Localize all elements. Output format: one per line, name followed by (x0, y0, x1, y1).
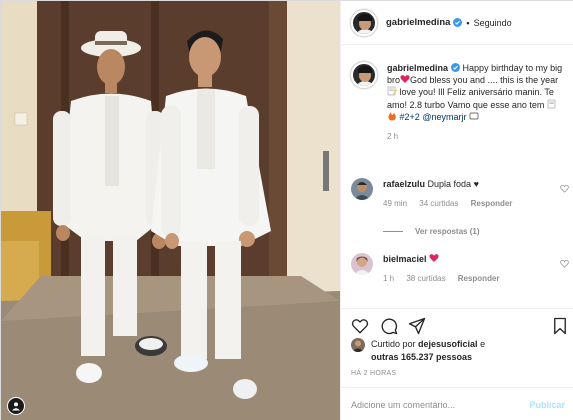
fire-emoji-icon (388, 111, 396, 121)
heart-emoji-icon (429, 254, 439, 262)
share-paper-plane-icon[interactable] (408, 317, 426, 335)
save-bookmark-icon[interactable] (551, 317, 569, 335)
header-separator: • (466, 17, 470, 28)
likes-count-link[interactable]: outras 165.237 pessoas (371, 352, 472, 362)
caption-mention[interactable]: @neymarjr (422, 112, 466, 122)
comment-input[interactable] (351, 399, 521, 410)
view-replies-link[interactable]: Ver respostas (1) (383, 227, 479, 236)
comments-list[interactable]: gabrielmedina Happy birthday to my big b… (341, 46, 573, 308)
caption-text-3: love you! Ill Feliz aniversário manin. T… (387, 87, 554, 110)
liker-username[interactable]: dejesusoficial (418, 339, 478, 349)
liker-avatar[interactable] (351, 338, 365, 352)
verified-badge-icon (453, 18, 463, 27)
follow-status-button[interactable]: Seguindo (474, 18, 512, 28)
likes-prefix: Curtido por (371, 339, 419, 349)
author-avatar[interactable] (351, 9, 377, 36)
replies-divider-line (383, 231, 403, 232)
caption-username[interactable]: gabrielmedina (387, 63, 448, 73)
comment-item: rafaelzulu Dupla foda ♥ 49 min 34 curtid… (351, 178, 569, 210)
likes-conjunction: e (477, 339, 486, 349)
comment-likes[interactable]: 38 curtidas (406, 274, 445, 283)
handshake-emoji-icon (469, 112, 479, 120)
post-header: gabrielmedina • Seguindo (341, 1, 573, 45)
tagged-user-icon[interactable] (7, 397, 25, 415)
post-caption: gabrielmedina Happy birthday to my big b… (351, 62, 569, 143)
post-photo[interactable] (1, 1, 340, 420)
caption-time: 2 h (387, 132, 399, 142)
comment-body: bielmaciel 1 h 38 curtidas Responder (383, 253, 547, 285)
comment-text: Dupla foda ♥ (427, 179, 479, 189)
author-username[interactable]: gabrielmedina (386, 17, 450, 28)
commenter-avatar[interactable] (351, 253, 373, 275)
post-timestamp[interactable]: HÁ 2 HORAS (351, 370, 396, 377)
comment-item: bielmaciel 1 h 38 curtidas Responder (351, 253, 569, 285)
comment-body: rafaelzulu Dupla foda ♥ 49 min 34 curtid… (383, 178, 547, 210)
reply-button[interactable]: Responder (458, 274, 500, 283)
caption-body: gabrielmedina Happy birthday to my big b… (387, 62, 563, 143)
memo-emoji-icon (547, 99, 556, 108)
post-action-bar (341, 308, 573, 338)
caption-hashtag[interactable]: #2+2 (400, 112, 420, 122)
add-comment-bar: Publicar (341, 387, 573, 420)
caption-text-2: God bless you and .... this is the year (410, 75, 559, 86)
verified-badge-icon (451, 63, 461, 72)
comment-time: 1 h (383, 274, 395, 283)
publish-button[interactable]: Publicar (529, 400, 565, 410)
comment-likes[interactable]: 34 curtidas (419, 199, 458, 208)
comment-meta: 1 h 38 curtidas Responder (383, 273, 547, 285)
like-comment-heart-icon[interactable] (560, 184, 569, 193)
reply-button[interactable]: Responder (471, 199, 513, 208)
commenter-avatar[interactable] (351, 178, 373, 200)
caption-avatar[interactable] (351, 62, 377, 88)
comment-username[interactable]: bielmaciel (383, 254, 427, 264)
likes-summary: Curtido por dejesusoficial e outras 165.… (351, 338, 571, 363)
comment-time: 49 min (383, 199, 408, 208)
like-comment-heart-icon[interactable] (560, 259, 569, 268)
heart-emoji-icon (400, 75, 410, 84)
likes-text: Curtido por dejesusoficial e outras 165.… (371, 338, 485, 363)
memo-emoji-icon (387, 87, 397, 96)
comment-username[interactable]: rafaelzulu (383, 179, 425, 189)
post-side-panel: gabrielmedina • Seguindo gabrielmedina H… (340, 1, 573, 420)
comment-bubble-icon[interactable] (380, 317, 398, 335)
view-replies-label[interactable]: Ver respostas (1) (415, 227, 479, 236)
like-heart-icon[interactable] (351, 317, 369, 335)
photo-illustration (1, 1, 340, 420)
comment-meta: 49 min 34 curtidas Responder (383, 198, 547, 210)
post-modal: gabrielmedina • Seguindo gabrielmedina H… (0, 0, 573, 420)
